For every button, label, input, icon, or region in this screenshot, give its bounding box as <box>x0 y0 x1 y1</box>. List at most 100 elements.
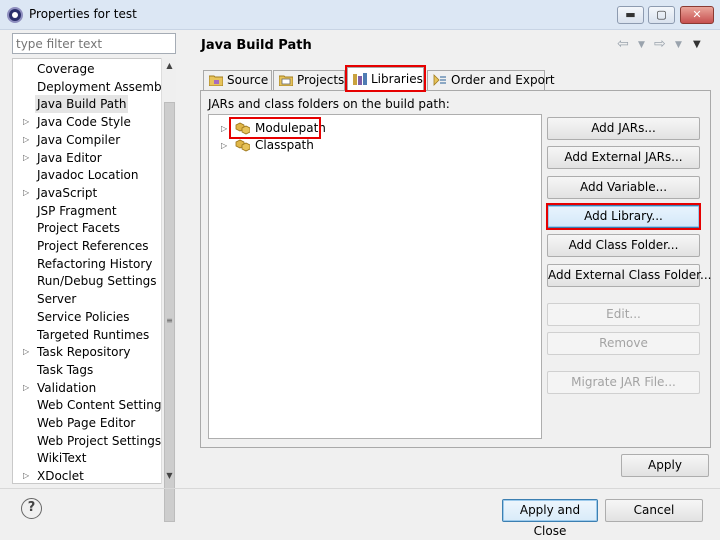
nav-item[interactable]: Refactoring History <box>35 255 154 273</box>
tab-order-export-label: Order and Export <box>451 73 555 87</box>
nav-item[interactable]: ▷ Task Repository <box>23 343 133 361</box>
nav-item-label: JavaScript <box>37 185 98 200</box>
nav-item-label: Task Tags <box>37 362 94 377</box>
footer-separator <box>0 488 720 489</box>
tab-projects[interactable]: Projects <box>273 70 345 90</box>
expand-arrow-icon[interactable]: ▷ <box>221 120 227 137</box>
nav-item-label: Javadoc Location <box>37 168 139 183</box>
help-icon[interactable]: ? <box>21 498 42 519</box>
container-icon <box>235 139 250 152</box>
nav-item[interactable]: Javadoc Location <box>35 166 140 184</box>
migrate-jar-button[interactable]: Migrate JAR File... <box>547 371 700 394</box>
expand-arrow-icon[interactable]: ▷ <box>23 467 29 483</box>
nav-item[interactable]: ▷ JavaScript <box>23 184 99 202</box>
close-button[interactable]: ✕ <box>680 6 714 24</box>
source-folder-icon <box>209 75 223 86</box>
title-bar: Properties for test ▬ ▢ ✕ <box>0 0 720 30</box>
nav-item-label: Coverage <box>37 62 95 76</box>
nav-scrollbar[interactable]: ▲ ≡ ▼ <box>161 58 177 522</box>
nav-item-label: Deployment Assembly <box>37 79 173 94</box>
nav-item[interactable]: ▷ Java Editor <box>23 149 104 167</box>
apply-button[interactable]: Apply <box>621 454 709 477</box>
add-variable-button[interactable]: Add Variable... <box>547 176 700 199</box>
libraries-icon <box>353 73 367 85</box>
expand-arrow-icon[interactable]: ▷ <box>23 379 29 397</box>
tab-source-label: Source <box>227 73 269 87</box>
nav-item-label: Targeted Runtimes <box>37 327 150 342</box>
window-title: Properties for test <box>29 7 137 21</box>
maximize-button[interactable]: ▢ <box>648 6 675 24</box>
nav-item[interactable]: Web Project Settings <box>35 432 163 450</box>
add-jars-button[interactable]: Add JARs... <box>547 117 700 140</box>
nav-item[interactable]: Project References <box>35 237 151 255</box>
nav-item[interactable]: Web Content Settings <box>35 396 170 414</box>
expand-arrow-icon[interactable]: ▷ <box>23 184 29 202</box>
nav-item[interactable]: Server <box>35 290 78 308</box>
nav-item-label: Java Compiler <box>37 132 121 147</box>
order-export-icon <box>433 74 446 86</box>
eclipse-icon <box>7 7 23 23</box>
expand-arrow-icon[interactable]: ▷ <box>23 131 29 149</box>
filter-input[interactable] <box>12 33 176 54</box>
nav-item[interactable]: Targeted Runtimes <box>35 326 151 344</box>
apply-and-close-button[interactable]: Apply and Close <box>502 499 598 538</box>
nav-item-label: Java Build Path <box>37 97 127 112</box>
tab-source[interactable]: Source <box>203 70 272 90</box>
scroll-down-icon[interactable]: ▼ <box>162 468 177 483</box>
nav-item-label: Task Repository <box>37 345 131 360</box>
nav-item[interactable]: Project Facets <box>35 219 122 237</box>
nav-item[interactable]: Web Page Editor <box>35 414 137 432</box>
tab-projects-label: Projects <box>297 73 345 87</box>
nav-item[interactable]: Deployment Assembly <box>35 78 174 96</box>
nav-item[interactable]: Java Build Path <box>35 95 129 114</box>
edit-button[interactable]: Edit... <box>547 303 700 326</box>
view-menu-icon[interactable]: ▼ <box>693 39 701 50</box>
nav-item[interactable]: ▷ Java Compiler <box>23 131 122 149</box>
forward-arrow-icon[interactable]: ⇨ <box>654 36 666 52</box>
back-menu-chevron-icon[interactable]: ▼ <box>638 40 645 50</box>
scroll-thumb[interactable]: ≡ <box>164 102 175 522</box>
nav-item-label: Refactoring History <box>37 256 153 271</box>
nav-item[interactable]: ▷ Validation <box>23 379 98 397</box>
tab-order-and-export[interactable]: Order and Export <box>427 70 555 90</box>
tab-libraries-label: Libraries <box>371 72 423 86</box>
nav-item[interactable]: Task Tags <box>35 361 95 379</box>
remove-button[interactable]: Remove <box>547 332 700 355</box>
add-external-class-folder-button[interactable]: Add External Class Folder... <box>547 264 711 287</box>
tree-item-modulepath[interactable]: ▷ Modulepath <box>209 120 329 137</box>
expand-arrow-icon[interactable]: ▷ <box>23 343 29 361</box>
nav-item-label: Web Content Settings <box>37 398 168 413</box>
nav-item[interactable]: ▷ XDoclet <box>23 467 86 484</box>
add-external-jars-button[interactable]: Add External JARs... <box>547 146 700 169</box>
back-arrow-icon[interactable]: ⇦ <box>617 36 629 52</box>
expand-arrow-icon[interactable]: ▷ <box>221 137 227 154</box>
nav-item[interactable]: ▷ Java Code Style <box>23 113 133 131</box>
tree-item-classpath[interactable]: ▷ Classpath <box>209 137 329 154</box>
nav-item-label: Server <box>37 292 77 307</box>
add-library-button[interactable]: Add Library... <box>547 205 700 228</box>
scroll-up-icon[interactable]: ▲ <box>162 58 177 73</box>
expand-arrow-icon[interactable]: ▷ <box>23 149 29 167</box>
nav-item-label: XDoclet <box>37 469 84 484</box>
nav-item-label: Web Page Editor <box>37 416 136 430</box>
page-title: Java Build Path <box>201 38 312 53</box>
expand-arrow-icon[interactable]: ▷ <box>23 113 29 131</box>
tree-item-label: Classpath <box>255 138 314 152</box>
nav-item[interactable]: Run/Debug Settings <box>35 272 159 290</box>
add-class-folder-button[interactable]: Add Class Folder... <box>547 234 700 257</box>
minimize-button[interactable]: ▬ <box>617 6 644 24</box>
nav-item-label: Project References <box>37 239 149 253</box>
cancel-button[interactable]: Cancel <box>605 499 703 522</box>
properties-nav-tree: Coverage Deployment Assembly Java Build Pa… <box>12 58 176 484</box>
nav-item-label: JSP Fragment <box>37 203 117 218</box>
nav-item[interactable]: WikiText <box>35 449 89 467</box>
nav-item[interactable]: Service Policies <box>35 308 132 326</box>
forward-menu-chevron-icon[interactable]: ▼ <box>675 40 682 50</box>
tab-libraries[interactable]: Libraries <box>347 67 424 91</box>
nav-item-label: Project Facets <box>37 221 120 236</box>
build-path-tree[interactable]: ▷ Modulepath ▷ Classpath <box>208 114 542 439</box>
nav-item[interactable]: JSP Fragment <box>35 202 119 220</box>
nav-item-label: Validation <box>37 380 97 395</box>
nav-item[interactable]: Coverage <box>35 60 97 78</box>
container-icon <box>235 122 250 135</box>
